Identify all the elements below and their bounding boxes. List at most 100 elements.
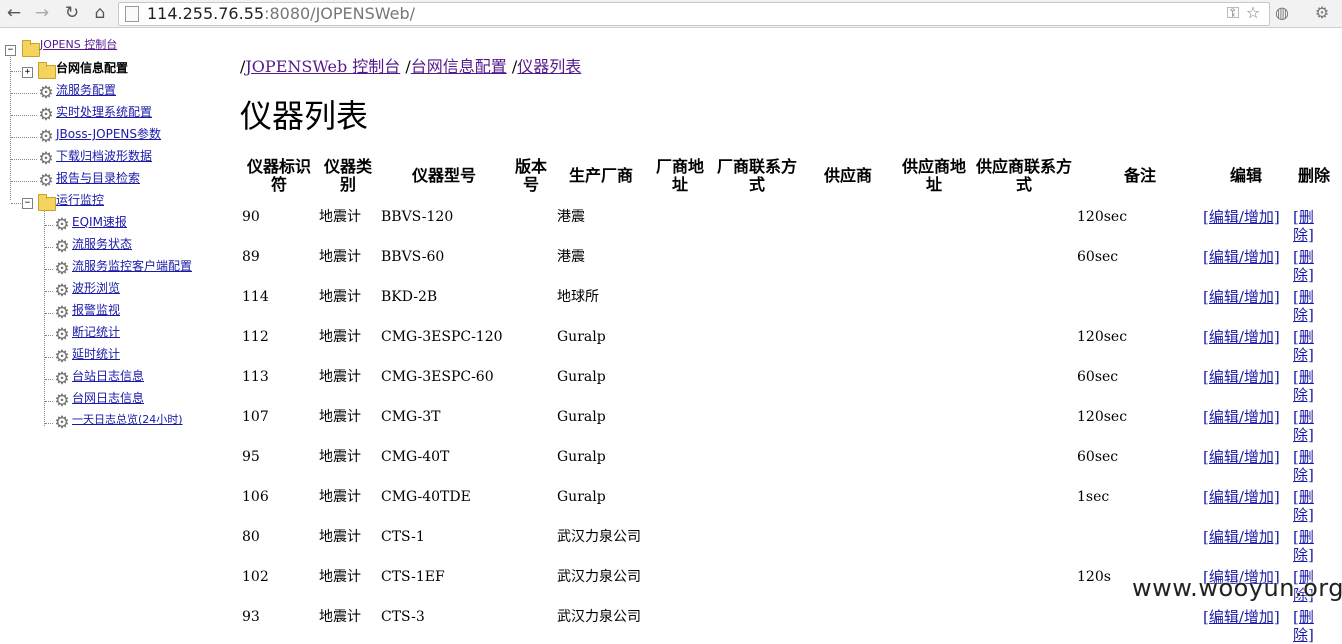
delete-link[interactable]: [删除] [1293,488,1327,524]
tree-branch [11,159,37,160]
header-delete: 删除 [1297,166,1330,185]
back-icon[interactable]: ← [4,3,24,23]
delete-link[interactable]: [删除] [1293,608,1327,644]
cell-note: 120sec [1077,209,1128,225]
cell-maker: 武汉力泉公司 [557,569,641,585]
breadcrumb-network-config[interactable]: 台网信息配置 [411,57,507,76]
expand-icon[interactable]: + [22,67,33,78]
gear-icon: ⚙ [54,237,70,257]
tree-branch [45,335,53,336]
cell-instrument-id: 80 [242,529,260,545]
delete-link[interactable]: [删除] [1293,248,1327,284]
tree-item-report-search[interactable]: 报告与目录检索 [56,170,140,186]
cell-model: CMG-3ESPC-60 [381,369,494,385]
delete-link[interactable]: [删除] [1293,328,1327,364]
tree-branch [11,93,37,94]
tree-item-stream-status[interactable]: 流服务状态 [72,236,132,252]
tree-branch [45,269,53,270]
gear-icon: ⚙ [38,105,54,125]
tree-item-eqim[interactable]: EQIM速报 [72,214,127,230]
gear-icon: ⚙ [54,281,70,301]
edit-add-link[interactable]: [编辑/增加] [1203,328,1281,346]
tree-branch [45,423,53,424]
cell-maker: Guralp [557,449,606,465]
cell-model: CMG-3ESPC-120 [381,329,503,345]
tree-branch [45,225,53,226]
cell-instrument-type: 地震计 [319,489,361,505]
globe-icon[interactable]: ◍ [1272,3,1292,23]
tree-item-stream-config[interactable]: 流服务配置 [56,82,116,98]
delete-link[interactable]: [删除] [1293,408,1327,444]
cell-maker: 武汉力泉公司 [557,529,641,545]
address-bar[interactable]: 114.255.76.55:8080/JOPENSWeb/ ⚿ ☆ [118,2,1270,26]
cell-instrument-id: 113 [242,369,269,385]
gear-icon: ⚙ [54,347,70,367]
delete-link[interactable]: [删除] [1293,368,1327,404]
cell-model: CMG-40TDE [381,489,471,505]
tree-item-station-log[interactable]: 台站日志信息 [72,368,144,384]
delete-link[interactable]: [删除] [1293,448,1327,484]
home-icon[interactable]: ⌂ [90,3,110,23]
cell-note: 1sec [1077,489,1110,505]
cell-model: BBVS-60 [381,249,445,265]
tree-item-waveform-browse[interactable]: 波形浏览 [72,280,120,296]
cell-model: CTS-1EF [381,569,445,585]
delete-link[interactable]: [删除] [1293,288,1327,324]
forward-icon[interactable]: → [32,3,52,23]
tree-item-gap-stats[interactable]: 断记统计 [72,324,120,340]
tree-item-network-log[interactable]: 台网日志信息 [72,390,144,406]
tree-branch [11,137,37,138]
delete-link[interactable]: [删除] [1293,528,1327,564]
cell-instrument-id: 90 [242,209,260,225]
url-host: 114.255.76.55 [147,4,265,23]
breadcrumb-console[interactable]: JOPENSWeb 控制台 [245,57,400,76]
cell-maker: Guralp [557,409,606,425]
collapse-icon[interactable]: − [22,198,33,209]
tree-item-network-config[interactable]: 台网信息配置 [56,60,128,76]
page-title: 仪器列表 [240,97,369,135]
tree-root-label[interactable]: JOPENS 控制台 [40,37,117,53]
gear-icon: ⚙ [54,259,70,279]
url-rest: :8080/JOPENSWeb/ [264,4,416,23]
star-icon[interactable]: ☆ [1243,3,1263,23]
cell-instrument-id: 102 [242,569,269,585]
tree-item-alarm-monitor[interactable]: 报警监视 [72,302,120,318]
wrench-icon[interactable]: ⚙ [1312,3,1332,23]
cell-instrument-type: 地震计 [319,609,361,625]
cell-note: 60sec [1077,249,1119,265]
edit-add-link[interactable]: [编辑/增加] [1203,368,1281,386]
delete-link[interactable]: [删除] [1293,208,1327,244]
edit-add-link[interactable]: [编辑/增加] [1203,248,1281,266]
edit-add-link[interactable]: [编辑/增加] [1203,528,1281,546]
cell-instrument-type: 地震计 [319,569,361,585]
tree-branch [45,247,53,248]
edit-add-link[interactable]: [编辑/增加] [1203,408,1281,426]
reload-icon[interactable]: ↻ [62,3,82,23]
gear-icon: ⚙ [54,369,70,389]
tree-item-jboss-params[interactable]: JBoss-JOPENS参数 [56,126,161,142]
tree-item-download-waveform[interactable]: 下载归档波形数据 [56,148,152,164]
edit-add-link[interactable]: [编辑/增加] [1203,208,1281,226]
breadcrumb-instrument-list[interactable]: 仪器列表 [517,57,581,76]
gear-icon: ⚙ [54,391,70,411]
cell-note: 120sec [1077,329,1128,345]
tree-item-day-log-overview[interactable]: 一天日志总览(24小时) [72,412,183,428]
collapse-icon[interactable]: − [5,45,16,56]
header-version: 版本号 [514,157,547,194]
tree-item-latency-stats[interactable]: 延时统计 [72,346,120,362]
edit-add-link[interactable]: [编辑/增加] [1203,448,1281,466]
breadcrumb: /JOPENSWeb 控制台 /台网信息配置 /仪器列表 [240,56,581,78]
edit-add-link[interactable]: [编辑/增加] [1203,288,1281,306]
tree-item-monitor[interactable]: 运行监控 [56,192,104,208]
cell-maker: 港震 [557,249,585,265]
cell-maker: 港震 [557,209,585,225]
cell-maker: Guralp [557,329,606,345]
wrench-small-icon[interactable]: ⚿ [1223,3,1243,23]
url-text: 114.255.76.55:8080/JOPENSWeb/ [147,4,415,24]
tree-item-stream-monitor-client[interactable]: 流服务监控客户端配置 [72,258,192,274]
gear-icon: ⚙ [38,149,54,169]
tree-item-realtime-config[interactable]: 实时处理系统配置 [56,104,152,120]
header-maker-address: 厂商地址 [655,157,704,194]
edit-add-link[interactable]: [编辑/增加] [1203,488,1281,506]
edit-add-link[interactable]: [编辑/增加] [1203,608,1281,626]
